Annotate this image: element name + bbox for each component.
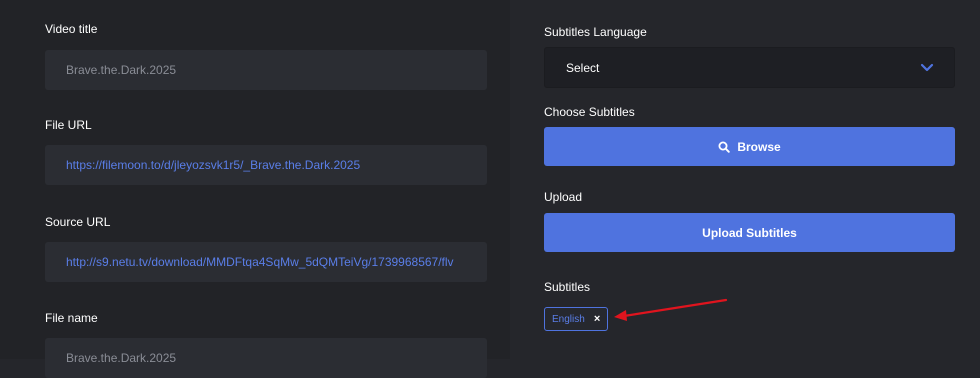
browse-button-label: Browse: [737, 139, 781, 154]
select-value: Select: [566, 61, 600, 75]
browse-button[interactable]: Browse: [544, 127, 955, 166]
upload-subtitles-button-label: Upload Subtitles: [702, 225, 797, 240]
video-title-field[interactable]: Brave.the.Dark.2025: [45, 50, 487, 90]
subtitles-language-label: Subtitles Language: [544, 25, 647, 39]
subtitles-language-select[interactable]: Select: [544, 47, 955, 88]
file-url-field[interactable]: https://filemoon.to/d/jleyozsvk1r5/_Brav…: [45, 145, 487, 185]
annotation-arrow-icon: [614, 298, 728, 321]
source-url-label: Source URL: [45, 215, 111, 229]
video-title-label: Video title: [45, 22, 98, 36]
file-name-label: File name: [45, 311, 98, 325]
subtitles-label: Subtitles: [544, 280, 591, 294]
file-url-label: File URL: [45, 118, 92, 132]
subtitle-tag-label: English: [552, 313, 585, 325]
source-url-field[interactable]: http://s9.netu.tv/download/MMDFtqa4SqMw_…: [45, 242, 487, 282]
file-name-field[interactable]: Brave.the.Dark.2025: [45, 338, 487, 378]
upload-subtitles-button[interactable]: Upload Subtitles: [544, 213, 955, 252]
chevron-down-icon: [920, 63, 934, 72]
left-panel: Video title Brave.the.Dark.2025 File URL…: [0, 0, 510, 378]
remove-tag-icon[interactable]: ×: [594, 314, 600, 325]
subtitle-tag-english: English ×: [544, 307, 608, 331]
choose-subtitles-label: Choose Subtitles: [544, 105, 635, 119]
search-icon: [718, 141, 731, 153]
upload-label: Upload: [544, 190, 583, 204]
